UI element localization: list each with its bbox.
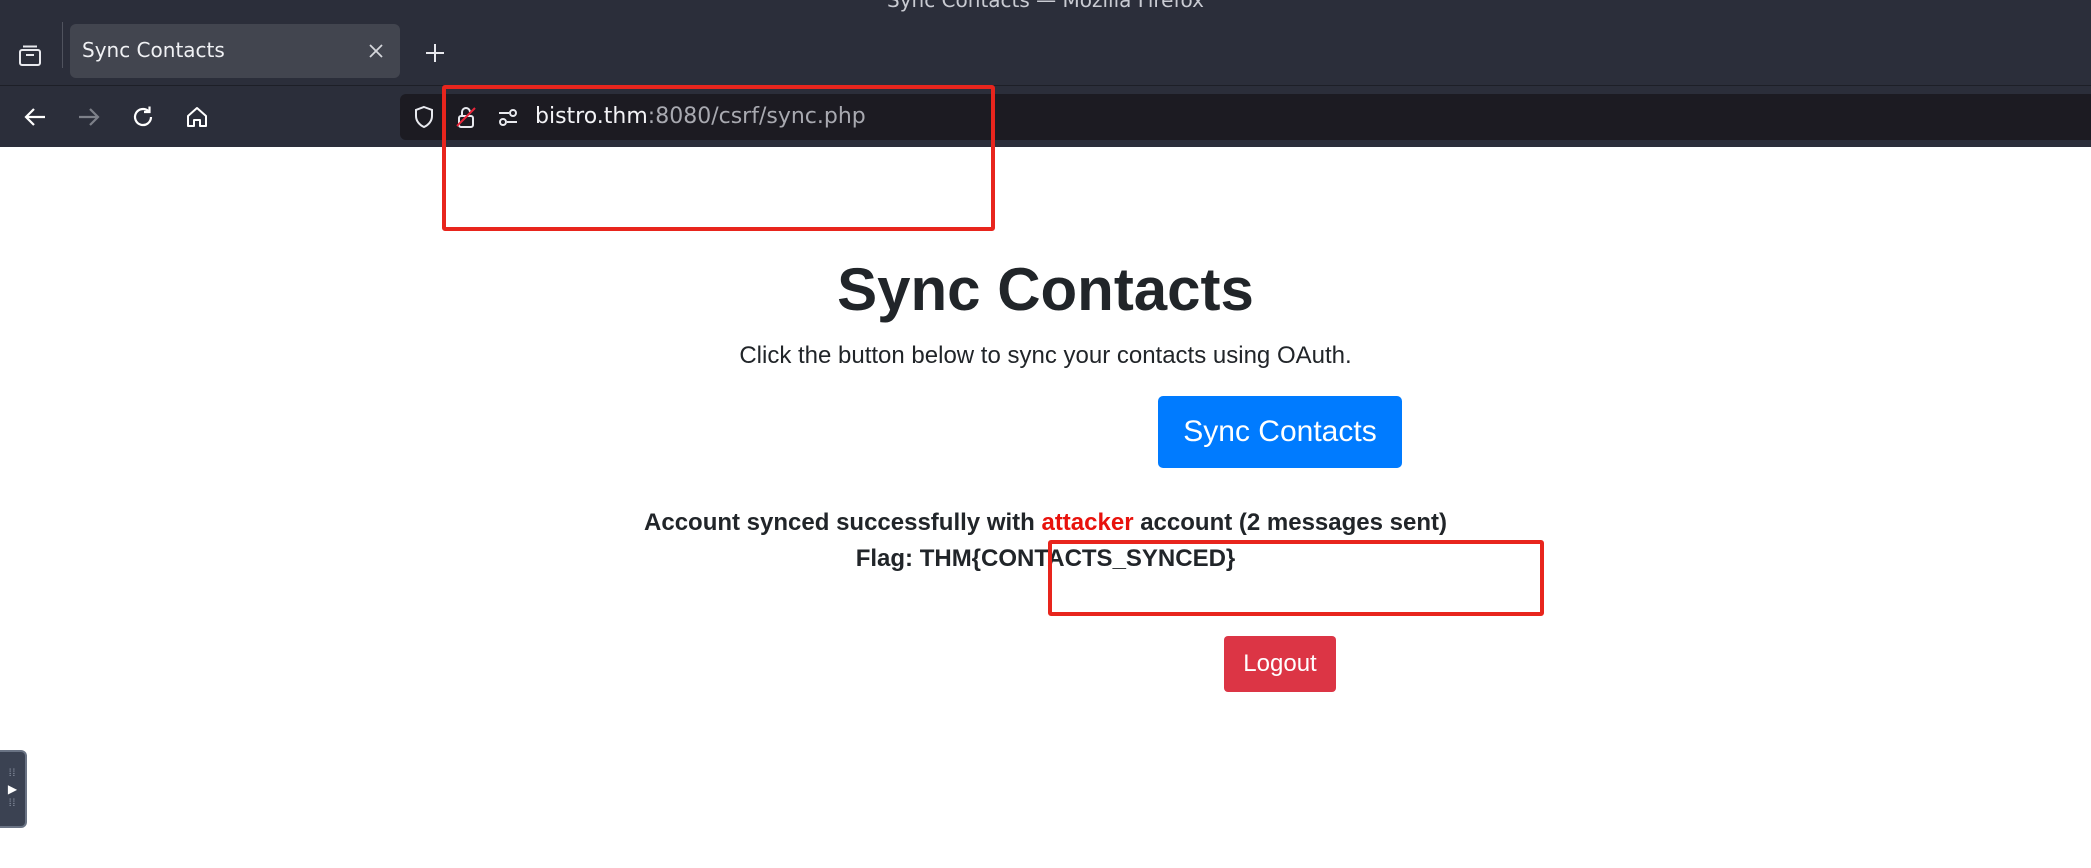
site-security-button[interactable]: [452, 103, 480, 131]
sliders-icon: [499, 109, 517, 126]
logout-button[interactable]: Logout: [1224, 636, 1336, 692]
page-content: Sync Contacts Click the button below to …: [0, 147, 2091, 868]
navigation-toolbar: bistro.thm:8080/csrf/sync.php: [0, 85, 2091, 147]
arrow-right-icon: [79, 108, 100, 126]
reload-icon: [133, 106, 153, 127]
close-icon: [369, 44, 383, 58]
sync-status-message: Account synced successfully with attacke…: [0, 509, 2091, 537]
status-attacker-highlight: attacker: [1041, 509, 1134, 536]
tab-sync-contacts[interactable]: Sync Contacts: [70, 24, 400, 78]
window-title-bar: Sync Contacts — Mozilla Firefox: [0, 0, 2091, 12]
shield-icon: [415, 105, 433, 129]
tab-title: Sync Contacts: [82, 38, 225, 62]
home-icon: [187, 107, 207, 127]
sidebar-toggle-handle[interactable]: ⁞⁞ ▶ ⁞⁞: [0, 750, 27, 828]
list-all-tabs-button[interactable]: [8, 34, 52, 78]
new-tab-button[interactable]: [418, 36, 452, 70]
permissions-button[interactable]: [494, 103, 522, 131]
home-button[interactable]: [176, 96, 218, 138]
play-arrow-icon: ▶: [7, 782, 18, 796]
tab-separator: [62, 22, 63, 68]
url-path: :8080/csrf/sync.php: [647, 104, 866, 129]
plus-icon: [426, 44, 444, 62]
flag-text: Flag: THM{CONTACTS_SYNCED}: [855, 545, 1236, 572]
tab-strip: Sync Contacts: [0, 12, 2091, 85]
back-button[interactable]: [14, 96, 56, 138]
page-subtitle: Click the button below to sync your cont…: [739, 342, 1352, 369]
tracking-protection-button[interactable]: [410, 103, 438, 131]
tab-list-icon: [19, 45, 41, 66]
tab-close-button[interactable]: [362, 37, 390, 65]
url-host: bistro.thm: [535, 104, 648, 129]
page-title: Sync Contacts: [837, 256, 1254, 323]
insecure-lock-icon: [456, 107, 476, 128]
reload-button[interactable]: [122, 96, 164, 138]
drag-dots-icon: ⁞⁞: [8, 768, 17, 779]
sync-contacts-button[interactable]: Sync Contacts: [1158, 396, 1402, 468]
window-title: Sync Contacts — Mozilla Firefox: [887, 0, 1204, 12]
drag-dots-icon: ⁞⁞: [8, 798, 17, 809]
url-text[interactable]: bistro.thm:8080/csrf/sync.php: [535, 104, 866, 129]
url-bar[interactable]: bistro.thm:8080/csrf/sync.php: [400, 94, 2091, 140]
arrow-left-icon: [24, 108, 45, 126]
status-suffix: account (2 messages sent): [1133, 509, 1447, 536]
status-prefix: Account synced successfully with: [644, 509, 1042, 536]
forward-button[interactable]: [68, 96, 110, 138]
